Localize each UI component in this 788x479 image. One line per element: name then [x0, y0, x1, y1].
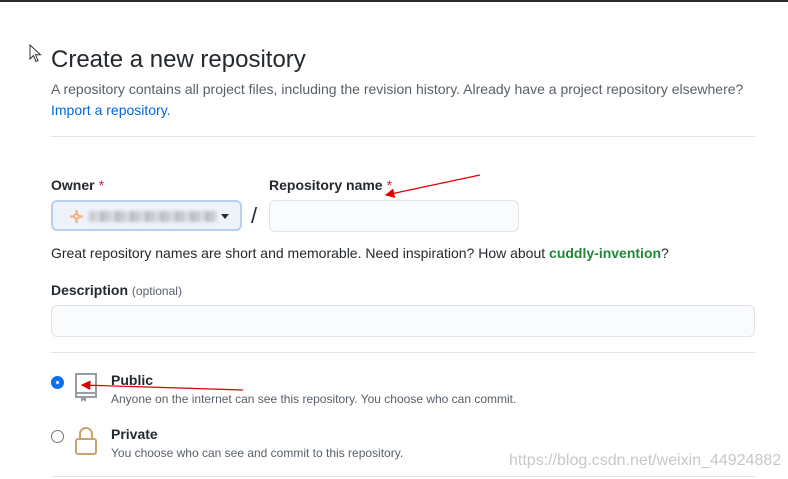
public-radio[interactable] — [51, 376, 64, 389]
owner-label: Owner * — [51, 177, 104, 193]
divider — [51, 476, 755, 477]
page-title: Create a new repository — [51, 46, 306, 73]
owner-avatar — [70, 210, 83, 223]
hint-text: Great repository names are short and mem… — [51, 245, 550, 261]
owner-label-text: Owner — [51, 177, 95, 193]
owner-repo-separator: / — [251, 203, 258, 228]
divider — [51, 352, 755, 353]
divider — [51, 136, 755, 137]
owner-required-mark: * — [98, 177, 105, 193]
import-repository-link[interactable]: Import a repository. — [51, 102, 171, 118]
chevron-down-icon — [221, 214, 229, 219]
description-input[interactable] — [51, 305, 755, 337]
suggested-name[interactable]: cuddly-invention — [549, 245, 661, 261]
private-title: Private — [111, 426, 158, 442]
public-description: Anyone on the internet can see this repo… — [111, 392, 517, 406]
owner-select[interactable] — [51, 200, 242, 231]
repository-name-label: Repository name * — [269, 177, 392, 193]
repo-icon — [75, 373, 97, 402]
window-top-border — [0, 0, 788, 2]
description-label-text: Description — [51, 282, 129, 298]
lock-icon — [75, 427, 97, 455]
repository-name-hint: Great repository names are short and mem… — [51, 245, 669, 261]
page-subtitle: A repository contains all project files,… — [51, 81, 744, 97]
repository-name-required-mark: * — [386, 177, 393, 193]
mouse-cursor-icon — [29, 44, 42, 63]
watermark: https://blog.csdn.net/weixin_44924882 — [509, 452, 782, 469]
private-description: You choose who can see and commit to thi… — [111, 446, 404, 460]
public-title: Public — [111, 372, 154, 388]
private-radio[interactable] — [51, 430, 64, 443]
optional-tag: (optional) — [131, 284, 182, 298]
repository-name-input[interactable] — [269, 200, 519, 232]
hint-suffix: ? — [661, 245, 669, 261]
annotation-arrow-repository-name — [384, 174, 481, 198]
owner-name-redacted — [89, 211, 217, 222]
description-label: Description (optional) — [51, 282, 182, 298]
annotation-arrow-public — [80, 380, 244, 391]
repository-name-label-text: Repository name — [269, 177, 383, 193]
